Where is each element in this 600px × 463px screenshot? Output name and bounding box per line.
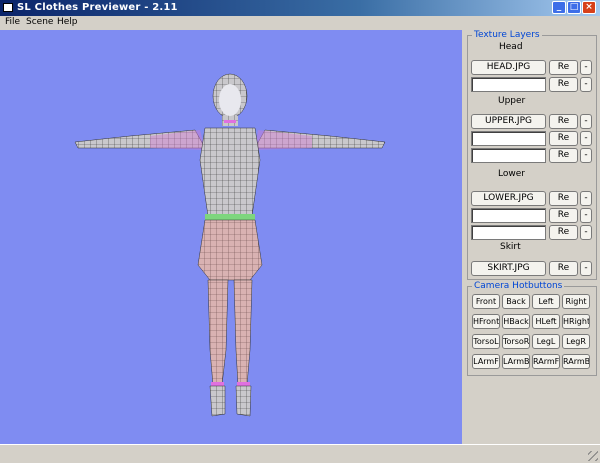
upper-reload-button-1[interactable]: Re bbox=[549, 114, 578, 129]
head-remove-button-2[interactable]: - bbox=[580, 77, 592, 92]
camera-larmb-button[interactable]: LArmB bbox=[502, 354, 530, 369]
lower-reload-button-2[interactable]: Re bbox=[549, 208, 578, 223]
avatar-wireframe bbox=[74, 73, 386, 417]
camera-hback-button[interactable]: HBack bbox=[502, 314, 530, 329]
upper-remove-button-1[interactable]: - bbox=[580, 114, 592, 129]
skirt-label: Skirt bbox=[500, 242, 521, 252]
lower-file-button[interactable]: LOWER.JPG bbox=[471, 191, 546, 206]
lower-reload-button-3[interactable]: Re bbox=[549, 225, 578, 240]
head-reload-button-1[interactable]: Re bbox=[549, 60, 578, 75]
lower-file-field-2[interactable] bbox=[471, 208, 546, 223]
camera-hotbuttons-title: Camera Hotbuttons bbox=[472, 281, 565, 291]
upper-label: Upper bbox=[498, 96, 526, 106]
camera-rarmb-button[interactable]: RArmB bbox=[562, 354, 590, 369]
camera-right-button[interactable]: Right bbox=[562, 294, 590, 309]
camera-hfront-button[interactable]: HFront bbox=[472, 314, 500, 329]
lower-file-field-3[interactable] bbox=[471, 225, 546, 240]
lower-remove-button-2[interactable]: - bbox=[580, 208, 592, 223]
texture-layers-title: Texture Layers bbox=[472, 30, 542, 40]
lower-label: Lower bbox=[498, 169, 525, 179]
camera-legr-button[interactable]: LegR bbox=[562, 334, 590, 349]
camera-torsor-button[interactable]: TorsoR bbox=[502, 334, 530, 349]
lower-remove-button-3[interactable]: - bbox=[580, 225, 592, 240]
camera-larmf-button[interactable]: LArmF bbox=[472, 354, 500, 369]
skirt-reload-button[interactable]: Re bbox=[549, 261, 578, 276]
title-bar: SL Clothes Previewer - 2.11 _ □ × bbox=[0, 0, 600, 16]
upper-reload-button-3[interactable]: Re bbox=[549, 148, 578, 163]
control-panel: Texture Layers Head HEAD.JPG Re - Re - U… bbox=[462, 30, 600, 444]
skirt-file-button[interactable]: SKIRT.JPG bbox=[471, 261, 546, 276]
upper-file-field-2[interactable] bbox=[471, 131, 546, 146]
camera-rarmf-button[interactable]: RArmF bbox=[532, 354, 560, 369]
head-label: Head bbox=[499, 42, 523, 52]
menu-bar: File Scene Help bbox=[0, 16, 600, 30]
upper-remove-button-2[interactable]: - bbox=[580, 131, 592, 146]
camera-legl-button[interactable]: LegL bbox=[532, 334, 560, 349]
window-title: SL Clothes Previewer - 2.11 bbox=[17, 2, 178, 13]
menu-scene[interactable]: Scene bbox=[26, 17, 53, 27]
close-button[interactable]: × bbox=[582, 1, 596, 14]
head-remove-button-1[interactable]: - bbox=[580, 60, 592, 75]
camera-hright-button[interactable]: HRight bbox=[562, 314, 590, 329]
3d-viewport[interactable] bbox=[0, 30, 462, 444]
upper-file-field-3[interactable] bbox=[471, 148, 546, 163]
camera-back-button[interactable]: Back bbox=[502, 294, 530, 309]
camera-front-button[interactable]: Front bbox=[472, 294, 500, 309]
minimize-button[interactable]: _ bbox=[552, 1, 566, 14]
maximize-button[interactable]: □ bbox=[567, 1, 581, 14]
head-file-field-2[interactable] bbox=[471, 77, 546, 92]
upper-remove-button-3[interactable]: - bbox=[580, 148, 592, 163]
lower-remove-button-1[interactable]: - bbox=[580, 191, 592, 206]
camera-hleft-button[interactable]: HLeft bbox=[532, 314, 560, 329]
head-reload-button-2[interactable]: Re bbox=[549, 77, 578, 92]
status-bar bbox=[0, 444, 600, 463]
upper-reload-button-2[interactable]: Re bbox=[549, 131, 578, 146]
camera-left-button[interactable]: Left bbox=[532, 294, 560, 309]
skirt-remove-button[interactable]: - bbox=[580, 261, 592, 276]
resize-grip-icon[interactable] bbox=[588, 451, 598, 461]
menu-file[interactable]: File bbox=[5, 17, 20, 27]
menu-help[interactable]: Help bbox=[57, 17, 78, 27]
app-icon bbox=[3, 3, 13, 12]
upper-file-button[interactable]: UPPER.JPG bbox=[471, 114, 546, 129]
head-file-button[interactable]: HEAD.JPG bbox=[471, 60, 546, 75]
lower-reload-button-1[interactable]: Re bbox=[549, 191, 578, 206]
camera-torsol-button[interactable]: TorsoL bbox=[472, 334, 500, 349]
